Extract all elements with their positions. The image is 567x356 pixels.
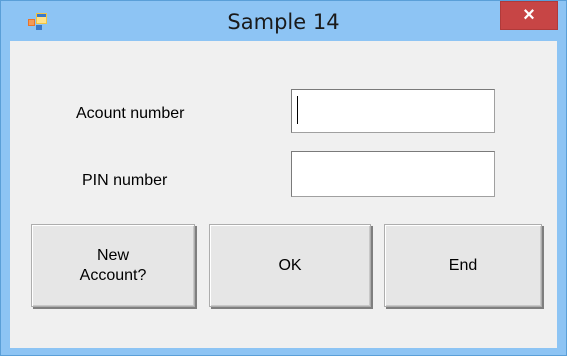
close-button[interactable]: × [500, 1, 558, 30]
account-number-label: Acount number [76, 105, 185, 122]
account-number-input[interactable] [291, 89, 495, 133]
title-bar[interactable]: Sample 14 × [1, 1, 566, 39]
text-caret [297, 96, 298, 124]
app-window: Sample 14 × Acount number PIN number New… [0, 0, 567, 356]
new-account-button[interactable]: New Account? [31, 224, 195, 307]
form-client-area: Acount number PIN number New Account? OK… [10, 41, 557, 348]
close-icon: × [523, 4, 535, 26]
window-title: Sample 14 [227, 10, 340, 34]
pin-number-label: PIN number [82, 172, 168, 189]
pin-number-input[interactable] [291, 151, 495, 197]
end-button[interactable]: End [384, 224, 542, 307]
ok-button[interactable]: OK [209, 224, 371, 307]
